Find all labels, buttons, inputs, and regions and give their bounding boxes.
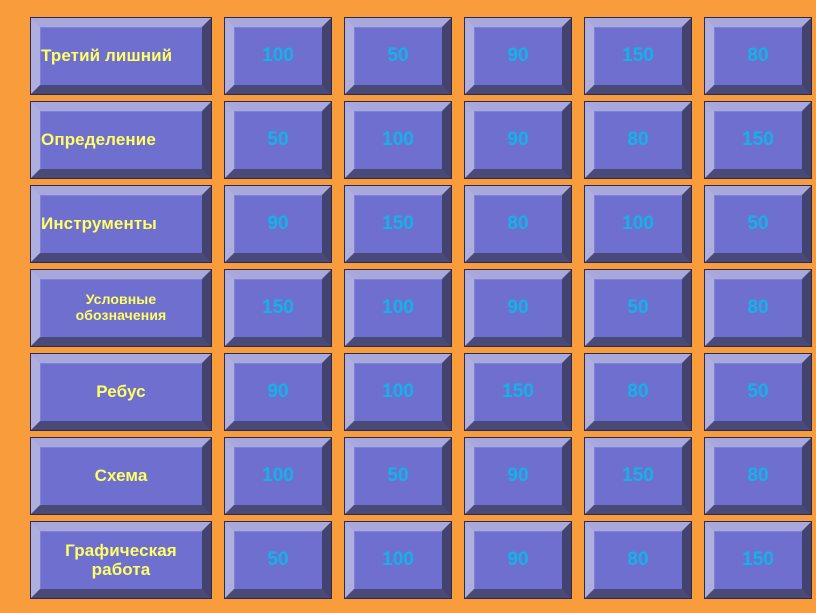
category-label: Определение bbox=[41, 130, 156, 150]
category-label: Условные обозначения bbox=[75, 291, 167, 323]
value-tile[interactable]: 80 bbox=[704, 17, 812, 95]
board-row: Инструменты 90 150 80 100 50 bbox=[0, 185, 816, 263]
jeopardy-board: Третий лишний 100 50 90 150 80 Определение 50 10… bbox=[0, 0, 816, 613]
value-tile[interactable]: 90 bbox=[224, 353, 332, 431]
value-label: 150 bbox=[742, 549, 774, 571]
value-label: 150 bbox=[382, 213, 414, 235]
value-tile[interactable]: 100 bbox=[344, 521, 452, 599]
value-label: 100 bbox=[382, 297, 414, 319]
value-tile[interactable]: 50 bbox=[704, 353, 812, 431]
value-tile[interactable]: 100 bbox=[224, 17, 332, 95]
board-row: Определение 50 100 90 80 150 bbox=[0, 101, 816, 179]
value-label: 90 bbox=[507, 465, 529, 487]
value-tile[interactable]: 150 bbox=[464, 353, 572, 431]
value-label: 80 bbox=[747, 465, 769, 487]
board-row: Ребус 90 100 150 80 50 bbox=[0, 353, 816, 431]
value-tile[interactable]: 150 bbox=[584, 437, 692, 515]
value-label: 150 bbox=[742, 129, 774, 151]
category-label: Графическая работа bbox=[65, 540, 177, 579]
value-label: 80 bbox=[627, 549, 649, 571]
value-label: 50 bbox=[627, 297, 649, 319]
value-label: 50 bbox=[747, 381, 769, 403]
value-tile[interactable]: 50 bbox=[704, 185, 812, 263]
value-tile[interactable]: 80 bbox=[584, 101, 692, 179]
value-label: 90 bbox=[507, 297, 529, 319]
category-label: Третий лишний bbox=[41, 46, 173, 66]
board-row: Условные обозначения 150 100 90 50 80 bbox=[0, 269, 816, 347]
board-row: Схема 100 50 90 150 80 bbox=[0, 437, 816, 515]
value-tile[interactable]: 100 bbox=[344, 101, 452, 179]
value-label: 80 bbox=[747, 45, 769, 67]
value-tile[interactable]: 90 bbox=[464, 269, 572, 347]
board-row: Третий лишний 100 50 90 150 80 bbox=[0, 17, 816, 95]
board-row: Графическая работа 50 100 90 80 150 bbox=[0, 521, 816, 599]
value-label: 50 bbox=[747, 213, 769, 235]
value-label: 150 bbox=[502, 381, 534, 403]
value-label: 100 bbox=[382, 549, 414, 571]
value-tile[interactable]: 90 bbox=[464, 437, 572, 515]
value-tile[interactable]: 90 bbox=[464, 17, 572, 95]
category-label: Схема bbox=[94, 466, 148, 486]
value-tile[interactable]: 150 bbox=[344, 185, 452, 263]
value-label: 80 bbox=[747, 297, 769, 319]
value-label: 50 bbox=[387, 45, 409, 67]
category-tile[interactable]: Инструменты bbox=[30, 185, 212, 263]
category-label: Инструменты bbox=[41, 214, 157, 234]
value-label: 90 bbox=[507, 549, 529, 571]
value-label: 90 bbox=[267, 381, 289, 403]
value-tile[interactable]: 80 bbox=[464, 185, 572, 263]
value-tile[interactable]: 90 bbox=[464, 521, 572, 599]
value-label: 50 bbox=[267, 129, 289, 151]
value-label: 100 bbox=[622, 213, 654, 235]
value-label: 90 bbox=[507, 129, 529, 151]
value-label: 100 bbox=[382, 381, 414, 403]
value-tile[interactable]: 150 bbox=[224, 269, 332, 347]
value-tile[interactable]: 90 bbox=[224, 185, 332, 263]
value-label: 90 bbox=[267, 213, 289, 235]
value-label: 150 bbox=[262, 297, 294, 319]
value-tile[interactable]: 50 bbox=[224, 521, 332, 599]
value-label: 150 bbox=[622, 465, 654, 487]
value-tile[interactable]: 50 bbox=[584, 269, 692, 347]
value-label: 100 bbox=[382, 129, 414, 151]
value-tile[interactable]: 80 bbox=[704, 269, 812, 347]
value-tile[interactable]: 50 bbox=[344, 437, 452, 515]
value-label: 50 bbox=[267, 549, 289, 571]
value-tile[interactable]: 80 bbox=[704, 437, 812, 515]
category-tile[interactable]: Определение bbox=[30, 101, 212, 179]
value-tile[interactable]: 150 bbox=[584, 17, 692, 95]
value-tile[interactable]: 50 bbox=[224, 101, 332, 179]
value-label: 80 bbox=[627, 381, 649, 403]
value-tile[interactable]: 150 bbox=[704, 101, 812, 179]
value-tile[interactable]: 100 bbox=[344, 269, 452, 347]
value-label: 150 bbox=[622, 45, 654, 67]
value-tile[interactable]: 150 bbox=[704, 521, 812, 599]
value-tile[interactable]: 90 bbox=[464, 101, 572, 179]
value-tile[interactable]: 100 bbox=[224, 437, 332, 515]
value-label: 80 bbox=[507, 213, 529, 235]
category-tile[interactable]: Графическая работа bbox=[30, 521, 212, 599]
value-tile[interactable]: 80 bbox=[584, 353, 692, 431]
value-label: 100 bbox=[262, 465, 294, 487]
category-tile[interactable]: Условные обозначения bbox=[30, 269, 212, 347]
value-tile[interactable]: 100 bbox=[584, 185, 692, 263]
category-label: Ребус bbox=[96, 382, 146, 402]
category-tile[interactable]: Ребус bbox=[30, 353, 212, 431]
value-label: 90 bbox=[507, 45, 529, 67]
value-tile[interactable]: 80 bbox=[584, 521, 692, 599]
category-tile[interactable]: Третий лишний bbox=[30, 17, 212, 95]
value-label: 80 bbox=[627, 129, 649, 151]
value-label: 50 bbox=[387, 465, 409, 487]
value-label: 100 bbox=[262, 45, 294, 67]
value-tile[interactable]: 50 bbox=[344, 17, 452, 95]
value-tile[interactable]: 100 bbox=[344, 353, 452, 431]
category-tile[interactable]: Схема bbox=[30, 437, 212, 515]
